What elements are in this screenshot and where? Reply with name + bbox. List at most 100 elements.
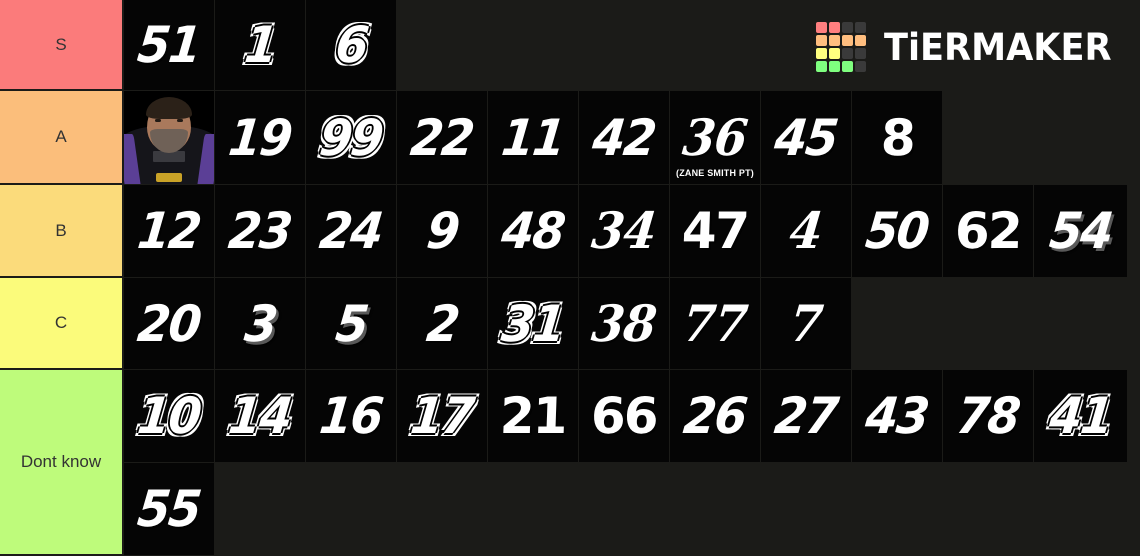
tier-item[interactable]: 36 (ZANE SMITH PT) [670, 91, 761, 185]
tier-item[interactable]: 20 [124, 278, 215, 370]
tier-item[interactable]: 21 [488, 370, 579, 463]
car-number: 36 [680, 107, 750, 167]
tier-row: Dont know 10 14 16 17 21 66 26 27 43 78 41 55 [0, 370, 1140, 556]
tier-item[interactable]: 27 [761, 370, 852, 463]
car-number: 16 [317, 387, 385, 445]
car-number: 6 [332, 16, 370, 74]
tier-items-container[interactable]: 10 14 16 17 21 66 26 27 43 78 41 55 [124, 370, 1140, 556]
tier-item[interactable]: 41 [1034, 370, 1128, 463]
tier-item[interactable]: 7 [761, 278, 852, 370]
tier-list-board: S 51 1 6 A 19 99 22 11 42 36 (ZANE SMITH PT) 45 8 B 12 2… [0, 0, 1140, 556]
car-number: 66 [590, 387, 658, 445]
car-number: 55 [135, 480, 203, 538]
tier-item[interactable]: 11 [488, 91, 579, 185]
car-number: 42 [590, 108, 658, 167]
tier-item[interactable]: 31 [488, 278, 579, 370]
tier-item[interactable]: 26 [670, 370, 761, 463]
car-number: 78 [954, 387, 1022, 445]
tier-item[interactable]: 48 [488, 185, 579, 278]
tier-row: S 51 1 6 [0, 0, 1140, 91]
car-number: 77 [680, 293, 750, 353]
tier-rows-container: S 51 1 6 A 19 99 22 11 42 36 (ZANE SMITH PT) 45 8 B 12 2… [0, 0, 1140, 556]
tier-item[interactable]: 50 [852, 185, 943, 278]
tier-item[interactable]: 77 [670, 278, 761, 370]
tier-row: B 12 23 24 9 48 34 47 4 50 62 54 [0, 185, 1140, 278]
driver-eye-left [155, 119, 161, 122]
tier-item[interactable]: 10 [124, 370, 215, 463]
car-number: 43 [863, 387, 931, 445]
car-number: 19 [226, 108, 294, 167]
car-number: 23 [226, 202, 294, 260]
car-number: 48 [499, 202, 567, 260]
car-number: 1 [241, 16, 279, 74]
driver-portrait-image [124, 91, 214, 184]
tier-items-container[interactable]: 51 1 6 [124, 0, 1140, 91]
tier-item[interactable]: 23 [215, 185, 306, 278]
car-number: 54 [1046, 202, 1115, 260]
car-number: 11 [499, 108, 567, 167]
tier-item[interactable]: 14 [215, 370, 306, 463]
car-number: 3 [241, 294, 279, 353]
tier-item[interactable]: 8 [852, 91, 943, 185]
car-number: 7 [787, 293, 826, 353]
tier-item[interactable]: 6 [306, 0, 397, 91]
tier-item[interactable]: 45 [761, 91, 852, 185]
tier-item[interactable]: 54 [1034, 185, 1128, 278]
car-number: 17 [408, 387, 476, 445]
car-number: 62 [954, 202, 1022, 260]
tier-item[interactable]: 51 [124, 0, 215, 91]
car-number: 50 [863, 202, 931, 260]
tier-items-container[interactable]: 20 3 5 2 31 38 77 7 [124, 278, 1140, 370]
tier-item[interactable]: 99 [306, 91, 397, 185]
car-number: 2 [423, 294, 461, 353]
tier-label[interactable]: S [0, 0, 124, 89]
tier-item[interactable] [124, 91, 215, 185]
tier-item[interactable]: 42 [579, 91, 670, 185]
car-number: 45 [772, 108, 840, 167]
tier-item[interactable]: 38 [579, 278, 670, 370]
car-number: 31 [499, 294, 567, 353]
tier-item[interactable]: 55 [124, 463, 215, 556]
driver-suit-logo [156, 173, 182, 182]
car-number: 12 [135, 202, 203, 260]
tier-item[interactable]: 17 [397, 370, 488, 463]
tier-item[interactable]: 62 [943, 185, 1034, 278]
car-number: 9 [423, 202, 461, 260]
tier-label[interactable]: Dont know [0, 370, 124, 554]
tier-item[interactable]: 16 [306, 370, 397, 463]
car-number: 27 [772, 387, 840, 445]
car-number: 21 [499, 387, 567, 445]
car-number: 34 [589, 201, 659, 260]
tier-item[interactable]: 24 [306, 185, 397, 278]
car-number: 38 [589, 293, 659, 353]
tier-item[interactable]: 9 [397, 185, 488, 278]
tier-item[interactable]: 3 [215, 278, 306, 370]
car-number: 99 [317, 108, 385, 167]
tier-label[interactable]: C [0, 278, 124, 368]
tier-item[interactable]: 43 [852, 370, 943, 463]
tier-item[interactable]: 5 [306, 278, 397, 370]
tier-row: C 20 3 5 2 31 38 77 7 [0, 278, 1140, 370]
tier-items-container[interactable]: 19 99 22 11 42 36 (ZANE SMITH PT) 45 8 [124, 91, 1140, 185]
car-number: 8 [879, 108, 915, 167]
car-number: 14 [226, 387, 294, 445]
tier-item[interactable]: 12 [124, 185, 215, 278]
tier-item[interactable]: 2 [397, 278, 488, 370]
tier-item[interactable]: 47 [670, 185, 761, 278]
tier-label[interactable]: A [0, 91, 124, 183]
car-number: 41 [1046, 387, 1115, 445]
driver-hair [146, 97, 192, 119]
tier-item[interactable]: 78 [943, 370, 1034, 463]
car-number: 4 [787, 201, 826, 260]
tier-item[interactable]: 66 [579, 370, 670, 463]
tier-item[interactable]: 22 [397, 91, 488, 185]
tier-item[interactable]: 1 [215, 0, 306, 91]
tier-item[interactable]: 19 [215, 91, 306, 185]
tier-label[interactable]: B [0, 185, 124, 276]
tier-item[interactable]: 4 [761, 185, 852, 278]
tier-item[interactable]: 34 [579, 185, 670, 278]
car-number: 22 [408, 108, 476, 167]
car-number: 26 [681, 387, 749, 445]
tier-items-container[interactable]: 12 23 24 9 48 34 47 4 50 62 54 [124, 185, 1140, 278]
car-number-subtitle: (ZANE SMITH PT) [676, 168, 754, 178]
